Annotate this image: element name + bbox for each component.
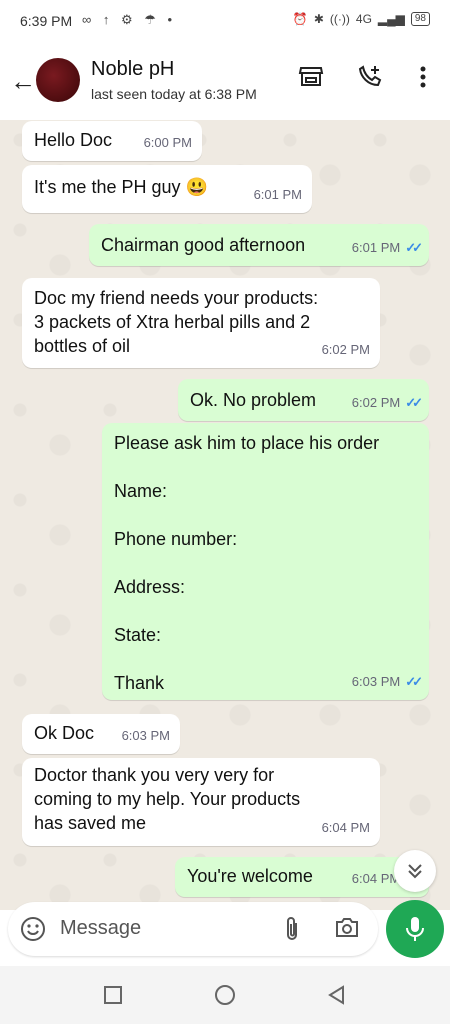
bluetooth-icon: ✱ [313, 12, 324, 26]
system-nav-bar [0, 966, 450, 1024]
contact-name[interactable]: Noble pH [91, 58, 174, 81]
status-time: 6:39 PM [20, 13, 73, 29]
message-text: Please ask him to place his order Name: … [114, 433, 380, 693]
notification-icons: ∞ ↑ ⚙ ☂ • [82, 12, 177, 27]
message-outgoing[interactable]: Please ask him to place his order Name: … [102, 423, 429, 700]
chat-area[interactable]: Hello Doc 6:00 PM It's me the PH guy 😃 6… [0, 120, 450, 910]
more-icon[interactable] [408, 62, 438, 92]
message-time: 6:01 PM [351, 240, 401, 255]
message-time: 6:02 PM [351, 395, 401, 410]
message-outgoing[interactable]: Chairman good afternoon 6:01 PM ✓✓ [89, 224, 429, 266]
battery-icon: 98 [410, 12, 430, 26]
message-composer[interactable]: Message [8, 902, 378, 956]
status-bar: 6:39 PM ∞ ↑ ⚙ ☂ • ⏰ ✱ ((·)) 4G ▂▄▆ 98 [0, 0, 450, 40]
message-outgoing[interactable]: Ok. No problem 6:02 PM ✓✓ [178, 379, 429, 421]
message-outgoing[interactable]: You're welcome 6:04 PM✓✓ [175, 857, 429, 897]
mic-icon [406, 917, 424, 941]
emoji-icon[interactable] [20, 916, 46, 942]
message-time: 6:01 PM [253, 187, 302, 202]
message-time: 6:00 PM [143, 135, 192, 150]
message-incoming[interactable]: Doc my friend needs your products: 3 pac… [22, 278, 380, 368]
store-icon[interactable] [296, 62, 326, 92]
signal-icon: ▂▄▆ [377, 12, 405, 26]
system-icons: ⏰ ✱ ((·)) 4G ▂▄▆ 98 [293, 12, 430, 26]
message-incoming[interactable]: Hello Doc 6:00 PM [22, 121, 202, 161]
back-icon[interactable] [326, 984, 348, 1006]
chat-header: ← Noble pH last seen today at 6:38 PM [0, 40, 450, 121]
message-incoming[interactable]: Ok Doc 6:03 PM [22, 714, 180, 754]
message-time: 6:03 PM [121, 728, 170, 743]
alarm-icon: ⏰ [292, 12, 308, 26]
attach-icon[interactable] [280, 915, 304, 943]
read-ticks-icon: ✓✓ [405, 240, 423, 255]
camera-icon[interactable] [334, 916, 360, 940]
message-time: 6:04 PM [351, 871, 401, 886]
back-arrow-icon[interactable]: ← [10, 66, 36, 97]
last-seen-status: last seen today at 6:38 PM [91, 86, 257, 102]
add-call-icon[interactable] [356, 62, 386, 92]
hotspot-icon: ((·)) [329, 12, 350, 26]
message-time: 6:02 PM [321, 342, 370, 357]
message-time: 6:04 PM [321, 820, 370, 835]
mic-button[interactable] [386, 900, 444, 958]
read-ticks-icon: ✓✓ [405, 395, 423, 410]
network-label: 4G [355, 12, 372, 26]
scroll-to-bottom-button[interactable] [394, 850, 436, 892]
message-input[interactable]: Message [60, 917, 141, 940]
home-icon[interactable] [214, 984, 236, 1006]
recents-icon[interactable] [102, 984, 124, 1006]
message-incoming[interactable]: Doctor thank you very very for coming to… [22, 758, 380, 846]
chevron-double-down-icon [408, 864, 422, 879]
read-ticks-icon: ✓✓ [405, 674, 423, 689]
avatar[interactable] [36, 58, 80, 102]
message-incoming[interactable]: It's me the PH guy 😃 6:01 PM [22, 165, 312, 213]
message-time: 6:03 PM [351, 674, 401, 689]
